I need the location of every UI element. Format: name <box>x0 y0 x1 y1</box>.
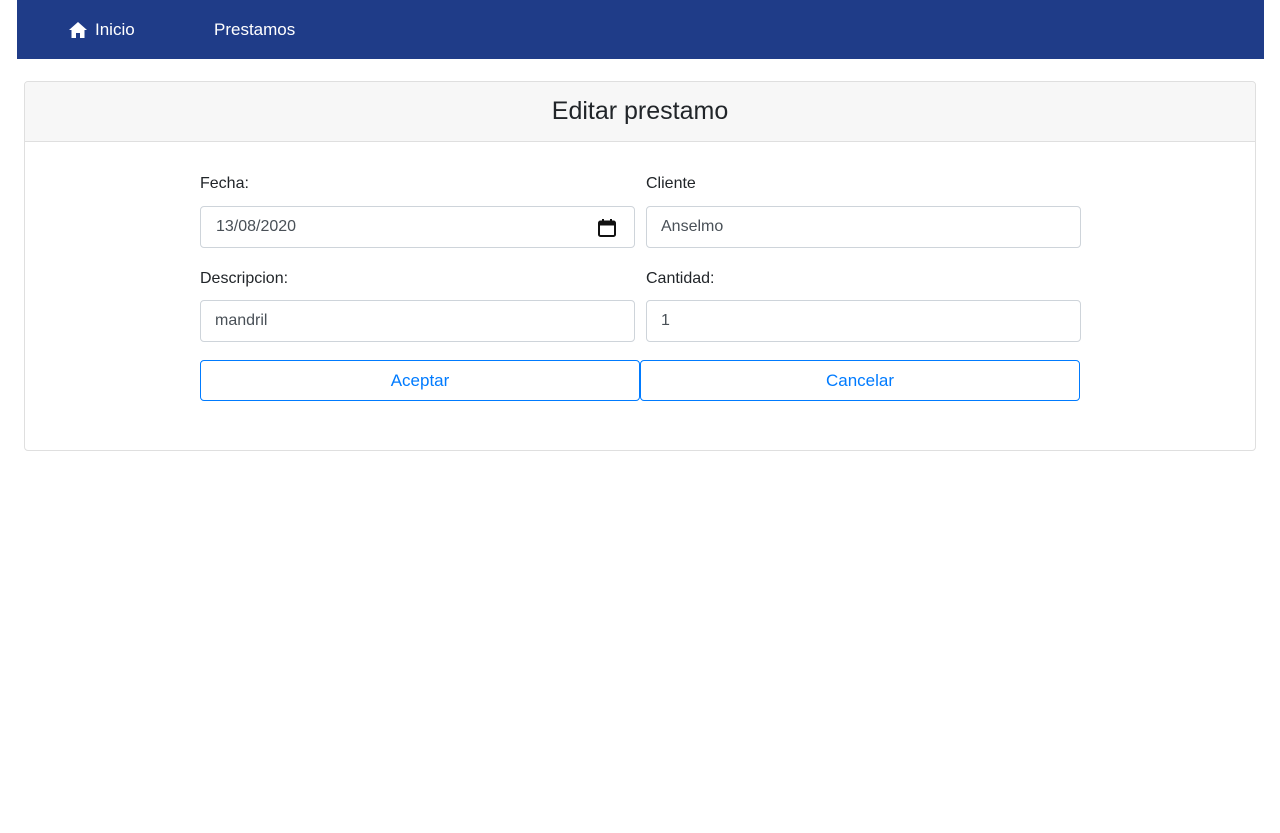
fecha-date-input[interactable]: 13/08/2020 <box>200 206 635 248</box>
nav-link-inicio[interactable]: Inicio <box>68 0 135 59</box>
descripcion-value: mandril <box>215 312 268 329</box>
cliente-input[interactable]: Anselmo <box>646 206 1081 248</box>
top-navbar: Inicio Prestamos <box>17 0 1264 59</box>
fecha-label: Fecha: <box>200 175 249 192</box>
nav-link-inicio-label: Inicio <box>95 19 135 39</box>
cantidad-input[interactable]: 1 <box>646 300 1081 342</box>
aceptar-button[interactable]: Aceptar <box>200 360 640 401</box>
cliente-label: Cliente <box>646 175 696 192</box>
calendar-icon[interactable] <box>597 218 617 238</box>
card-header: Editar prestamo <box>25 82 1255 142</box>
cantidad-label: Cantidad: <box>646 270 715 287</box>
descripcion-input[interactable]: mandril <box>200 300 635 342</box>
descripcion-label: Descripcion: <box>200 270 289 287</box>
edit-loan-card: Editar prestamo Fecha: Cliente 13/08/202… <box>24 81 1256 451</box>
cliente-value: Anselmo <box>661 218 724 235</box>
nav-link-prestamos-label: Prestamos <box>214 19 296 39</box>
cantidad-value: 1 <box>661 312 670 329</box>
home-icon <box>68 21 88 39</box>
cancelar-button[interactable]: Cancelar <box>640 360 1080 401</box>
fecha-value: 13/08/2020 <box>216 218 297 235</box>
page-title: Editar prestamo <box>551 97 729 125</box>
nav-link-prestamos[interactable]: Prestamos <box>214 0 295 59</box>
